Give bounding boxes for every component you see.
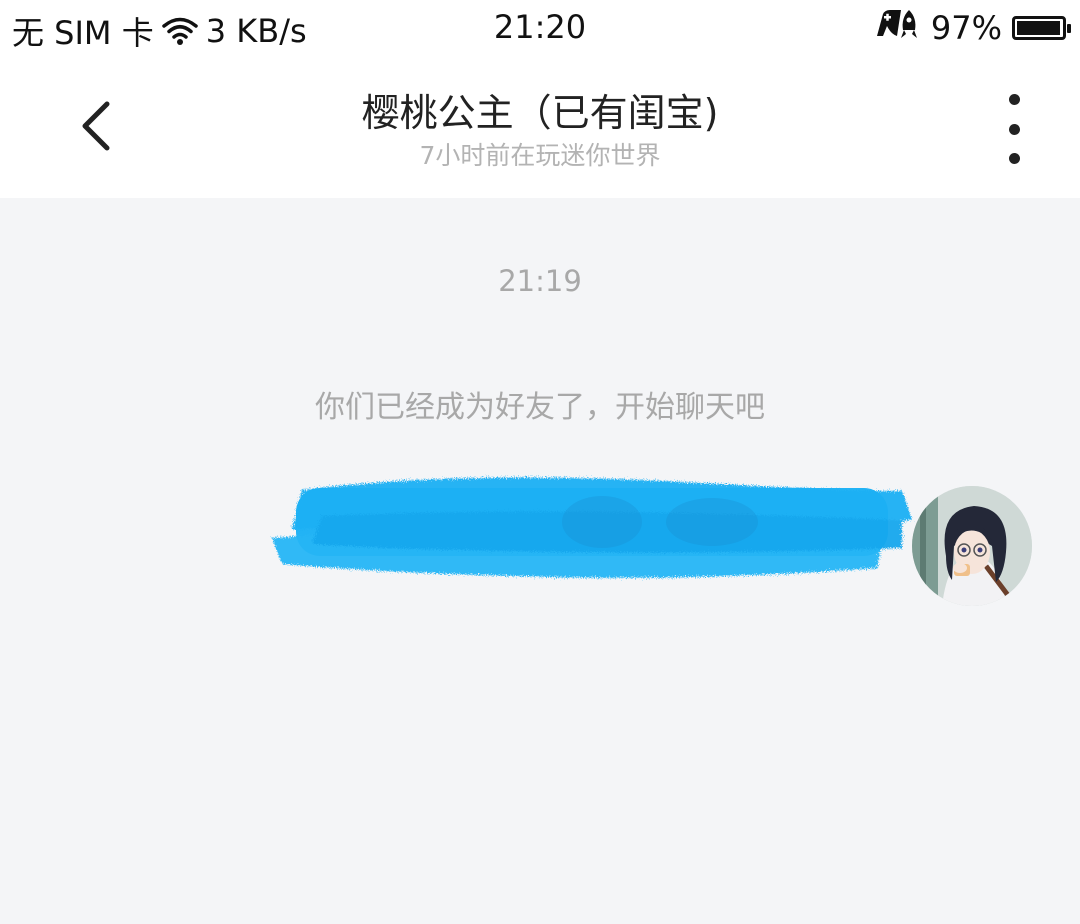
status-bar: 无 SIM 卡 3 KB/s 21:20 97% xyxy=(0,0,1080,58)
avatar-illustration xyxy=(912,486,1032,606)
more-dot-icon xyxy=(1008,94,1020,105)
more-dot-icon xyxy=(1008,153,1020,164)
chat-title: 樱桃公主（已有闺宝) xyxy=(361,91,719,135)
battery-percent: 97% xyxy=(930,9,1002,47)
message-timestamp: 21:19 xyxy=(498,264,582,298)
more-options-button[interactable] xyxy=(994,94,1034,164)
status-right: 97% xyxy=(875,8,1071,48)
chat-subtitle: 7小时前在玩迷你世界 xyxy=(419,141,661,170)
message-list[interactable]: 21:19 你们已经成为好友了，开始聊天吧 xyxy=(0,198,1080,924)
redaction-scribble xyxy=(272,477,912,578)
user-avatar[interactable] xyxy=(912,486,1032,606)
game-mode-icon xyxy=(875,8,921,48)
system-notice: 你们已经成为好友了，开始聊天吧 xyxy=(315,390,765,425)
more-dot-icon xyxy=(1008,123,1020,135)
chat-header: 樱桃公主（已有闺宝) 7小时前在玩迷你世界 xyxy=(0,58,1080,198)
battery-level xyxy=(1017,21,1060,35)
battery-icon xyxy=(1012,16,1071,40)
